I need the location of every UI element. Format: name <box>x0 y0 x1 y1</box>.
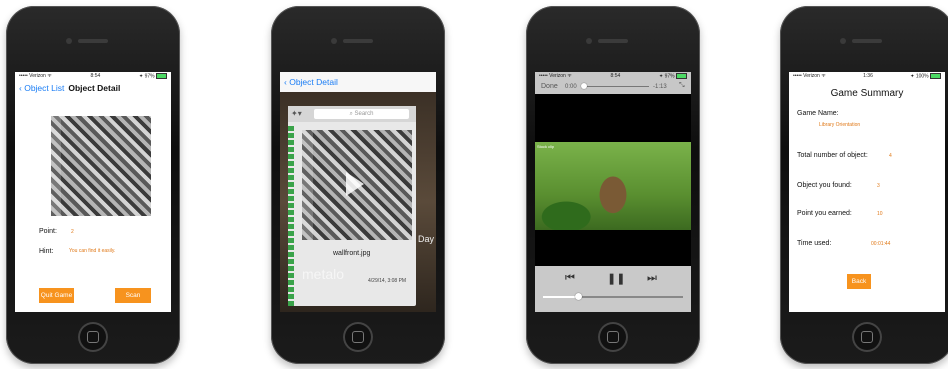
home-button[interactable] <box>78 322 108 352</box>
time-used-label: Time used: <box>797 240 832 247</box>
game-name-value: Library Orientation <box>819 122 861 128</box>
back-button[interactable]: ‹ Object List <box>19 83 64 93</box>
video-frame[interactable]: Stock clip <box>535 142 691 230</box>
total-objects-label: Total number of object: <box>797 152 868 159</box>
total-objects-value: 4 <box>889 153 892 159</box>
navigation-bar: ‹ Object Detail <box>280 72 436 92</box>
back-button-label: Object Detail <box>289 77 338 87</box>
points-earned-value: 10 <box>877 211 883 217</box>
object-photo <box>51 116 151 216</box>
phone-game-summary: ••••• Verizon ᯤ 1:36 ✦ 100% Game Summary… <box>780 6 948 364</box>
scan-button[interactable]: Scan <box>115 288 151 303</box>
pause-icon[interactable]: ❚❚ <box>607 272 625 285</box>
screen: ••••• Verizon ᯤ 1:36 ✦ 100% Game Summary… <box>789 72 945 312</box>
phone-object-detail: ••••• Verizon ᯤ 8:54 ✦ 97% ‹ Object List… <box>6 6 180 364</box>
objects-found-value: 3 <box>877 183 880 189</box>
objects-found-label: Object you found: <box>797 182 852 189</box>
carrier-label: ••••• Verizon ᯤ <box>19 73 52 79</box>
front-camera <box>840 38 846 44</box>
volume-fill <box>543 296 578 298</box>
earpiece-speaker <box>343 39 373 43</box>
back-button[interactable]: Back <box>847 274 871 289</box>
fullscreen-icon[interactable]: ⤡ <box>679 82 685 90</box>
battery-icon <box>930 72 941 79</box>
back-button[interactable]: ‹ Object Detail <box>284 77 338 87</box>
fast-forward-icon[interactable]: ⏭ <box>647 272 657 285</box>
volume-track[interactable] <box>543 296 683 298</box>
battery-label: ✦ 97% <box>659 73 675 80</box>
status-bar: ••••• Verizon ᯤ 8:54 ✦ 97% <box>535 72 691 80</box>
player-top-bar: Done 0:00 -1:13 ⤡ <box>535 80 691 94</box>
play-icon[interactable] <box>346 172 364 196</box>
home-button[interactable] <box>598 322 628 352</box>
home-button[interactable] <box>852 322 882 352</box>
dropbox-icon[interactable]: ✦▾ <box>291 109 302 118</box>
elapsed-time: 0:00 <box>565 84 577 90</box>
screen: ••••• Verizon ᯤ 8:54 ✦ 97% Done 0:00 -1:… <box>535 72 691 312</box>
quit-game-button[interactable]: Quit Game <box>39 288 74 303</box>
remaining-time: -1:13 <box>653 84 667 90</box>
phone-video-player: ••••• Verizon ᯤ 8:54 ✦ 97% Done 0:00 -1:… <box>526 6 700 364</box>
rewind-icon[interactable]: ⏮ <box>565 272 575 285</box>
screen: ••••• Verizon ᯤ 8:54 ✦ 97% ‹ Object List… <box>15 72 171 312</box>
file-date: 4/29/14, 3:08 PM <box>368 278 407 284</box>
screen: ‹ Object Detail ✦▾ ⌕ Search wallfront.jp… <box>280 72 436 312</box>
status-bar: ••••• Verizon ᯤ 1:36 ✦ 100% <box>789 72 945 80</box>
phone-photo-viewer: ‹ Object Detail ✦▾ ⌕ Search wallfront.jp… <box>271 6 445 364</box>
battery-label: ✦ 100% <box>910 73 929 80</box>
clip-label: Stock clip <box>537 144 555 149</box>
point-value: 2 <box>71 229 74 235</box>
file-name: wallfront.jpg <box>333 250 371 257</box>
clock-label: 8:54 <box>610 73 621 79</box>
clock-label: 8:54 <box>90 73 101 79</box>
home-button[interactable] <box>343 322 373 352</box>
scrub-thumb[interactable] <box>581 83 588 89</box>
scrub-track[interactable] <box>583 86 649 87</box>
points-earned-label: Point you earned: <box>797 210 852 217</box>
hint-value: You can find it easily. <box>69 248 116 254</box>
search-input[interactable]: ⌕ Search <box>314 109 409 119</box>
point-label: Point: <box>39 228 57 235</box>
front-camera <box>66 38 72 44</box>
battery-icon <box>676 72 687 79</box>
carrier-label: ••••• Verizon ᯤ <box>539 73 572 79</box>
checkbox-strip <box>288 126 294 306</box>
clock-label: 1:36 <box>863 73 873 79</box>
front-camera <box>586 38 592 44</box>
battery-label: ✦ 97% <box>139 73 155 80</box>
done-button[interactable]: Done <box>541 83 558 90</box>
earpiece-speaker <box>598 39 628 43</box>
page-title: Game Summary <box>830 88 904 99</box>
front-camera <box>331 38 337 44</box>
game-name-label: Game Name: <box>797 110 839 117</box>
page-title: Object Detail <box>68 83 121 93</box>
search-placeholder: Search <box>354 111 374 117</box>
app-preview: ✦▾ ⌕ Search wallfront.jpg 4/29/14, 3:08 … <box>288 106 416 306</box>
hint-label: Hint: <box>39 248 54 255</box>
earpiece-speaker <box>852 39 882 43</box>
navigation-bar: ‹ Object List Object Detail <box>15 80 171 96</box>
carrier-label: ••••• Verizon ᯤ <box>793 73 826 79</box>
back-button-label: Object List <box>24 83 65 93</box>
watermark-text: metalo <box>302 266 345 282</box>
earpiece-speaker <box>78 39 108 43</box>
time-used-value: 00:01:44 <box>871 241 891 247</box>
player-controls: ⏮ ❚❚ ⏭ <box>535 266 691 312</box>
search-bar: ✦▾ ⌕ Search <box>288 106 416 122</box>
volume-thumb[interactable] <box>575 293 582 300</box>
status-bar: ••••• Verizon ᯤ 8:54 ✦ 97% <box>15 72 171 80</box>
side-caption: Day <box>418 234 435 244</box>
battery-icon <box>156 72 167 79</box>
